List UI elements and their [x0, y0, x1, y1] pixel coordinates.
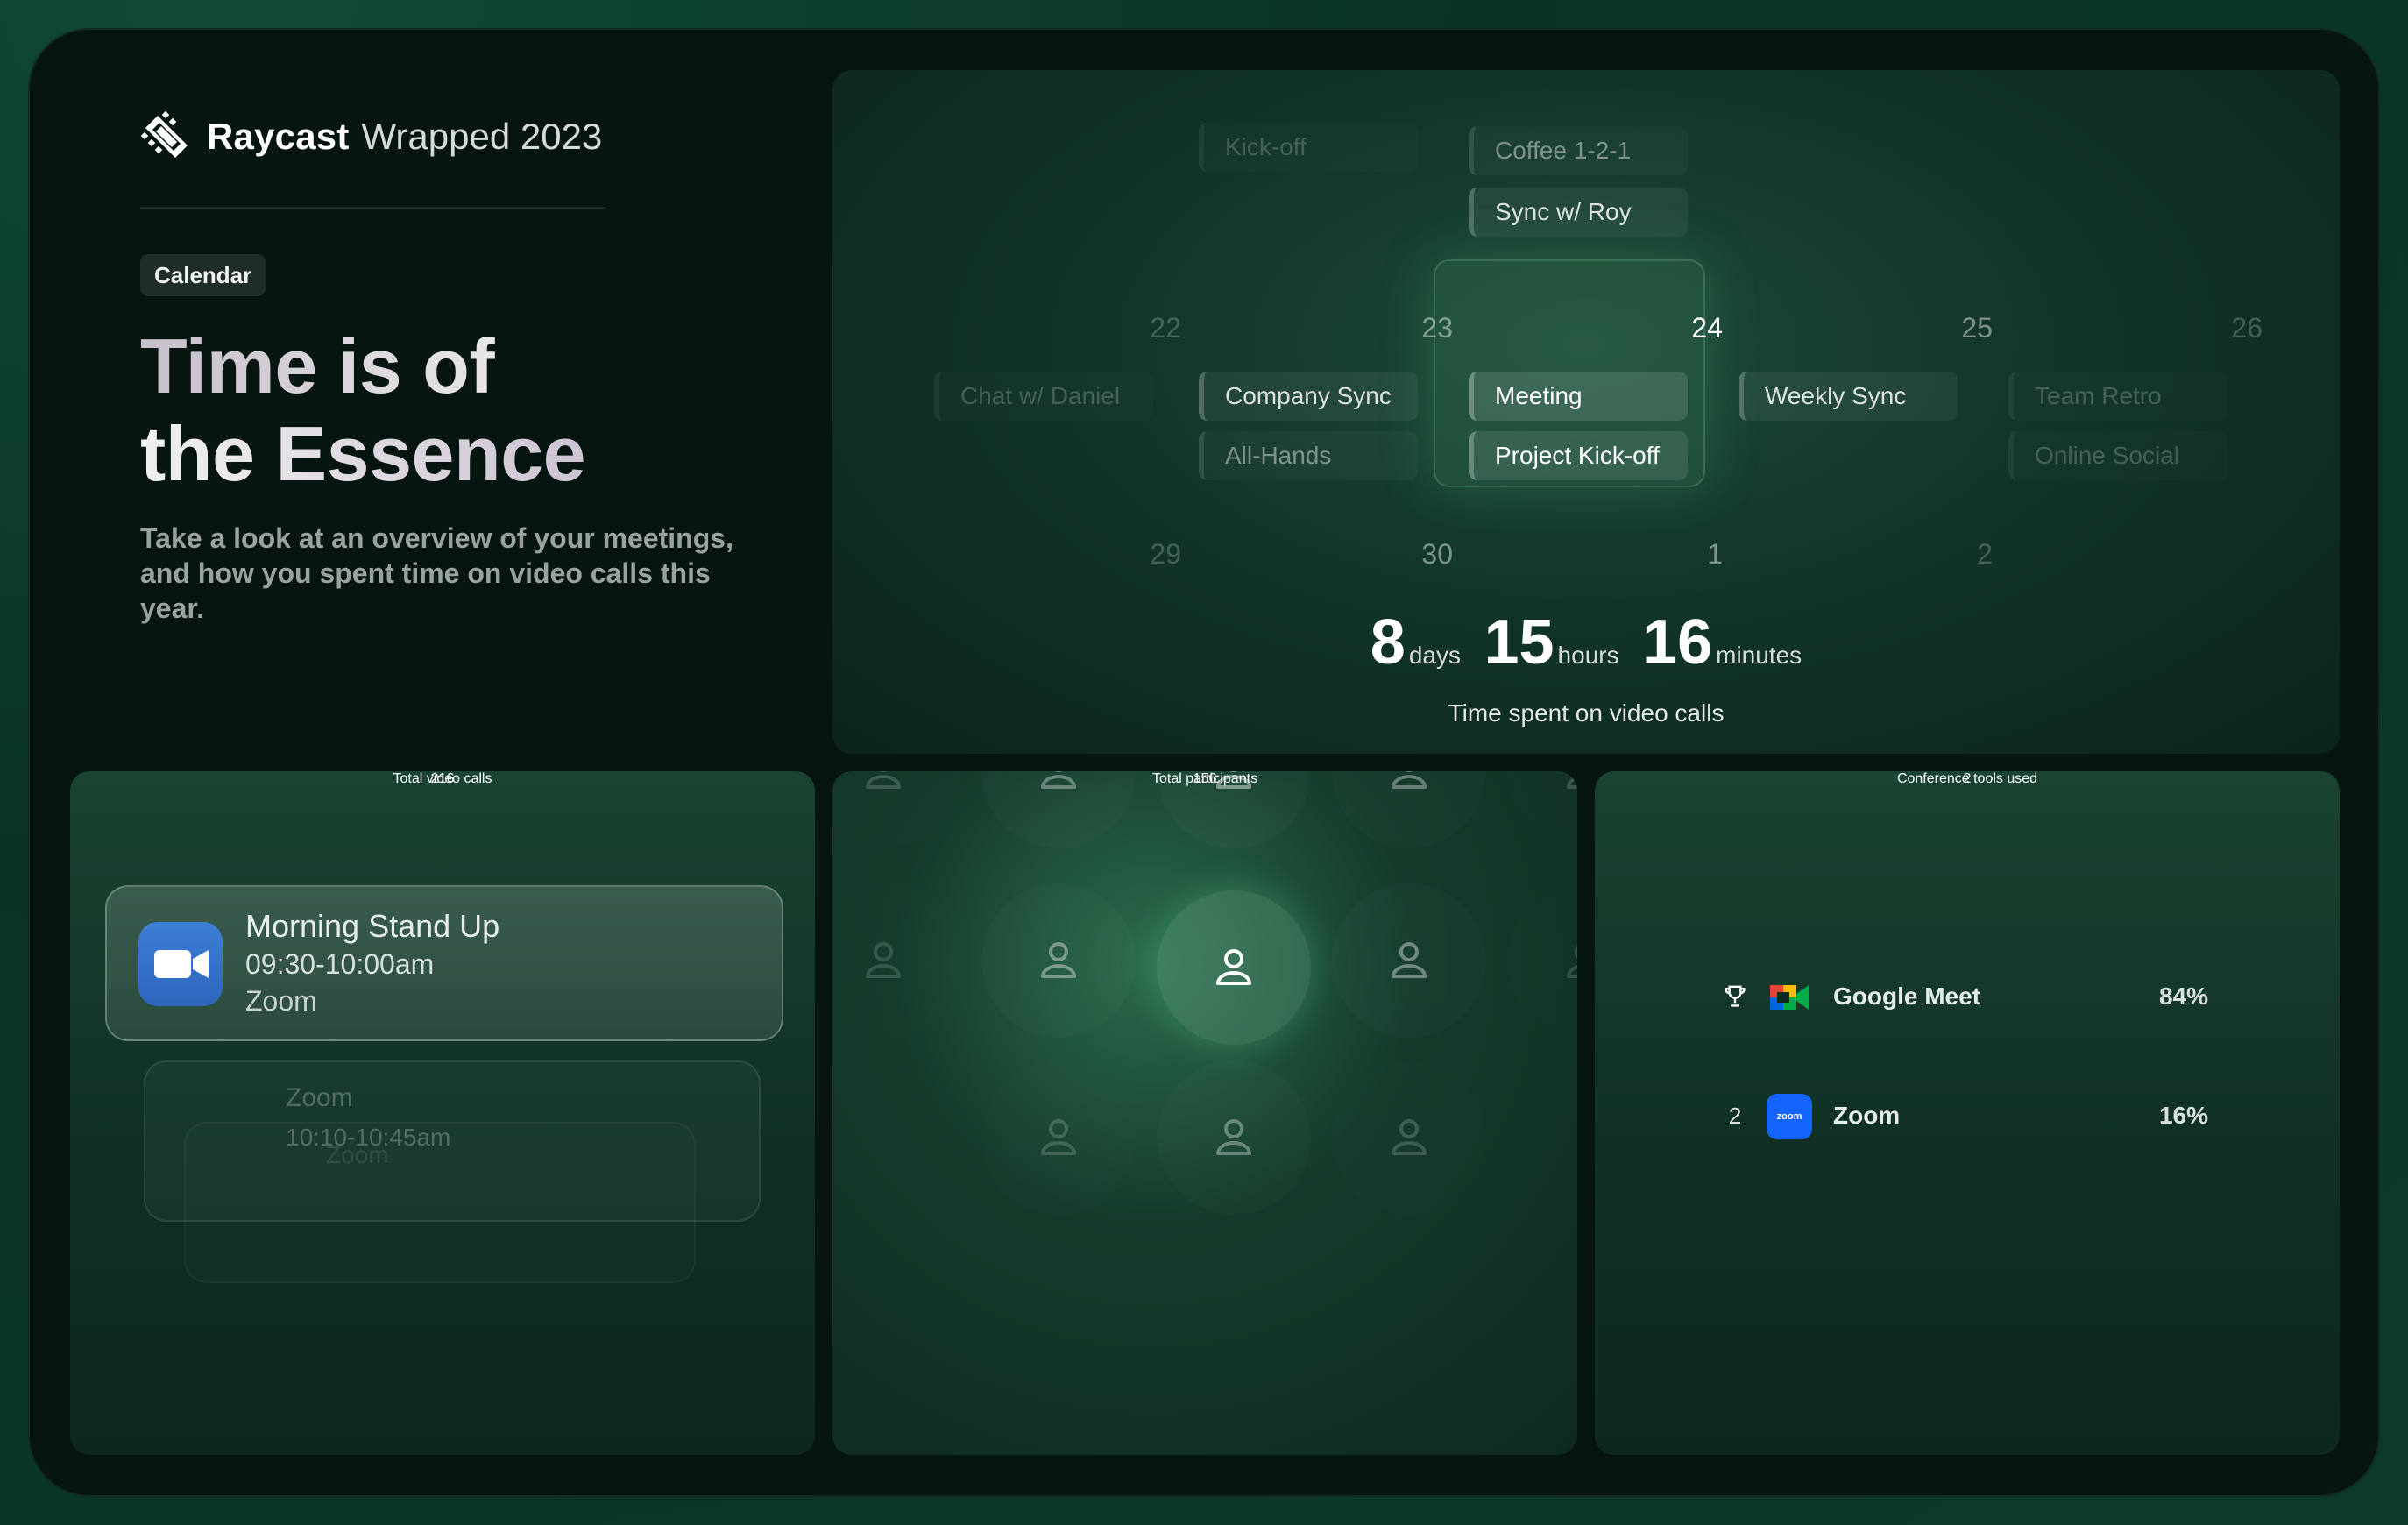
calendar-event: All-Hands: [1199, 431, 1418, 480]
page-description: Take a look at an overview of your meeti…: [140, 522, 733, 624]
calendar-event: Meeting: [1469, 372, 1688, 421]
raycast-logo-icon: [140, 110, 188, 158]
title-line-1: Time is of: [140, 323, 585, 410]
days-value: 8: [1370, 607, 1406, 677]
calendar-event: Chat w/ Daniel: [934, 372, 1153, 421]
tool-name: Zoom: [1833, 1102, 1901, 1129]
day-number: 30: [1421, 538, 1453, 570]
tool-percent: 16%: [2158, 1102, 2208, 1129]
calendar-event: Project Kick-off: [1469, 431, 1688, 480]
participant-avatar-icon: [1332, 883, 1486, 1038]
participant-avatar-icon: [981, 1060, 1136, 1215]
brand-name: Raycast: [207, 116, 350, 157]
calendar-panel: Kick-off Coffee 1-2-1 Sync w/ Roy 22 23 …: [832, 70, 2340, 754]
minutes-unit: minutes: [1716, 642, 1802, 669]
google-meet-icon: [1767, 975, 1812, 1020]
page-title: Time is of the Essence: [140, 323, 586, 498]
title-line-2: the Essence: [140, 410, 586, 497]
tool-name: Google Meet: [1833, 982, 1981, 1010]
brand: Raycast Wrapped 2023: [140, 110, 602, 163]
hours-value: 15: [1484, 607, 1555, 677]
day-number: 23: [1421, 312, 1453, 344]
meeting-time: 09:30-10:00am: [245, 948, 435, 980]
divider: [140, 207, 605, 209]
calendar-event: Kick-off: [1199, 123, 1418, 172]
participant-avatar-icon: [981, 883, 1136, 1038]
day-number: 25: [1961, 312, 1993, 344]
brand-subtitle: Wrapped 2023: [361, 116, 603, 157]
intro-section: Raycast Wrapped 2023 Calendar Time is of…: [140, 84, 806, 645]
day-number-today: 24: [1691, 312, 1723, 344]
participant-avatar-icon: [1157, 890, 1311, 1045]
meeting-app: Zoom: [245, 985, 317, 1017]
calendar-event: Company Sync: [1199, 372, 1418, 421]
calendar-event: Weekly Sync: [1739, 372, 1958, 421]
participants-panel: 156 Total participants: [832, 771, 1577, 1455]
day-number: 2: [1977, 538, 1993, 570]
stacked-card-title: Zoom: [286, 1083, 353, 1112]
tools-count-label: Conference tools used: [1896, 771, 2038, 786]
zoom-logo-icon: zoom: [1767, 1094, 1812, 1139]
participant-avatar-icon: [832, 883, 960, 1038]
calendar-event: Sync w/ Roy: [1469, 188, 1688, 237]
conference-tools-panel: Google Meet 84% 2 zoom Zoom 16% 2 Confer…: [1595, 771, 2340, 1455]
days-unit: days: [1408, 642, 1461, 669]
calendar-event: Online Social: [2008, 431, 2227, 480]
tool-row: 2 zoom Zoom 16%: [1595, 1085, 2340, 1146]
category-tag: Calendar: [140, 254, 266, 296]
participant-avatar-icon: [1157, 1060, 1311, 1215]
wrapped-frame: Raycast Wrapped 2023 Calendar Time is of…: [28, 28, 2380, 1497]
zoom-video-icon: [138, 922, 223, 1006]
time-summary: 8 days 15 hours 16 minutes: [832, 606, 2340, 678]
time-caption: Time spent on video calls: [1448, 699, 1725, 727]
participant-avatar-icon: [1332, 1060, 1486, 1215]
day-number: 1: [1707, 538, 1723, 570]
calendar-event: Coffee 1-2-1: [1469, 126, 1688, 175]
minutes-value: 16: [1642, 607, 1713, 677]
video-calls-panel: Zoom Zoom 10:10-10:45am Morning Stand Up…: [70, 771, 815, 1455]
day-number: 29: [1150, 538, 1181, 570]
day-number: 26: [2231, 312, 2263, 344]
tool-row: Google Meet 84%: [1595, 966, 2340, 1027]
participant-avatar-icon: [1507, 883, 1577, 1038]
total-participants-label: Total participants: [1151, 771, 1258, 786]
tool-rank: 2: [1728, 1103, 1742, 1129]
meeting-title: Morning Stand Up: [245, 908, 500, 944]
meeting-card: Morning Stand Up 09:30-10:00am Zoom: [105, 885, 783, 1041]
tool-percent: 84%: [2158, 982, 2208, 1010]
total-calls-label: Total video calls: [393, 771, 492, 786]
trophy-icon: [1717, 966, 1753, 1027]
day-number: 22: [1150, 312, 1181, 344]
meeting-card-stacked: Zoom 10:10-10:45am: [144, 1060, 761, 1222]
stacked-card-time: 10:10-10:45am: [286, 1124, 451, 1151]
hours-unit: hours: [1557, 642, 1619, 669]
calendar-event: Team Retro: [2008, 372, 2227, 421]
